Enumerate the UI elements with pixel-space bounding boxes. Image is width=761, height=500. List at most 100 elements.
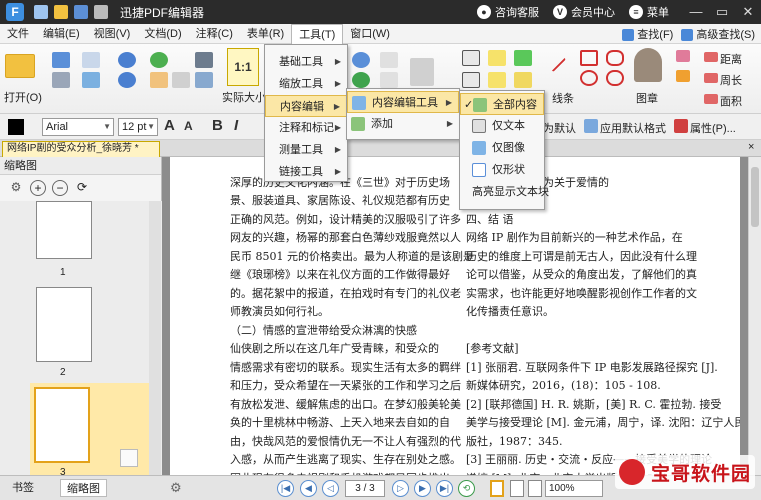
next-page-button[interactable]: ▶ — [414, 480, 431, 497]
text-box-icon[interactable] — [462, 50, 480, 66]
apply-default-icon[interactable] — [584, 119, 598, 133]
font-size-select[interactable]: 12 pt ▼ — [118, 118, 158, 136]
save-icon[interactable] — [52, 52, 70, 68]
open-file-icon[interactable] — [54, 5, 68, 19]
apply-default-label[interactable]: 应用默认格式 — [600, 120, 666, 136]
zoom-out-thumbnail-icon[interactable]: − — [52, 180, 68, 196]
highlight-text-icon[interactable] — [488, 72, 506, 88]
text-select-icon[interactable] — [172, 72, 190, 88]
email-icon[interactable] — [82, 52, 100, 68]
minimize-button[interactable]: — — [683, 0, 709, 24]
menu-comment[interactable]: 注释(C) — [189, 24, 240, 44]
page-add-icon[interactable] — [380, 52, 398, 68]
thumbnail-page-1[interactable] — [36, 201, 92, 259]
menu-item-content-edit-tool[interactable]: 内容编辑工具 ▶ — [347, 91, 459, 113]
bookmarks-tab[interactable]: 书签 — [6, 479, 40, 497]
go-back-button[interactable]: ⟲ — [458, 480, 475, 497]
last-page-button[interactable]: ▶| — [436, 480, 453, 497]
open-button[interactable] — [4, 50, 36, 78]
menu-item-measure-tools[interactable]: 测量工具 ▶ — [265, 139, 347, 161]
menu-item-image-only[interactable]: 仅图像 — [460, 137, 544, 159]
thumbnail-scrollbar[interactable] — [149, 201, 161, 483]
area-icon[interactable] — [704, 94, 718, 104]
menu-item-link-tools[interactable]: 链接工具 ▶ — [265, 161, 347, 183]
new-file-icon[interactable] — [34, 5, 48, 19]
save-icon[interactable] — [74, 5, 88, 19]
italic-icon[interactable]: I — [234, 117, 238, 134]
zoom-level-select[interactable]: 100% — [545, 480, 603, 497]
ellipse-tool-icon[interactable] — [580, 70, 598, 86]
distance-icon[interactable] — [704, 52, 718, 62]
rectangle-tool-icon[interactable] — [580, 50, 598, 66]
settings-gear-icon[interactable]: ⚙ — [170, 480, 182, 496]
next-view-button[interactable]: ▷ — [392, 480, 409, 497]
note-icon[interactable] — [514, 50, 532, 66]
continuous-view-icon[interactable] — [510, 480, 524, 497]
vertical-scrollbar[interactable] — [748, 157, 761, 475]
menu-item-content-edit[interactable]: 内容编辑 ▶ — [265, 95, 347, 117]
polygon-tool-icon[interactable] — [606, 50, 624, 66]
pencil-icon[interactable] — [676, 70, 690, 82]
grow-font-icon[interactable]: A — [164, 117, 175, 134]
rotate-icon[interactable] — [352, 72, 370, 88]
close-tab-icon[interactable]: × — [748, 141, 754, 153]
print-icon[interactable] — [52, 72, 70, 88]
thumbnail-page-2[interactable] — [36, 287, 92, 362]
menu-item-annotation-markup[interactable]: 注释和标记 ▶ — [265, 117, 347, 139]
text-field-icon[interactable] — [462, 72, 480, 88]
zoom-in-thumbnail-icon[interactable]: + — [30, 180, 46, 196]
back-icon[interactable] — [150, 52, 168, 68]
zoom-in-icon[interactable] — [352, 52, 370, 68]
single-page-view-icon[interactable] — [490, 480, 504, 497]
pdf-page[interactable]: 深厚的历史文化内涵。在《三世》对于历史场 景、服装道具、家居陈设、礼仪规范都有历史… — [170, 157, 740, 475]
previous-view-button[interactable]: ◁ — [322, 480, 339, 497]
menu-button[interactable]: ≡ 菜单 — [629, 4, 669, 20]
sticky-note-icon[interactable] — [514, 72, 532, 88]
cloud-tool-icon[interactable] — [606, 70, 624, 86]
properties-icon[interactable] — [674, 119, 688, 133]
menu-document[interactable]: 文档(D) — [137, 24, 188, 44]
actual-size-button[interactable]: 1:1 — [227, 48, 259, 86]
settings-gear-icon[interactable]: ⚙ — [8, 180, 24, 196]
member-center-button[interactable]: V 会员中心 — [553, 4, 615, 20]
bold-icon[interactable]: B — [212, 117, 223, 134]
camera-icon[interactable] — [195, 52, 213, 68]
menu-item-text-only[interactable]: 仅文本 — [460, 115, 544, 137]
menu-tools[interactable]: 工具(T) — [291, 23, 344, 44]
menu-item-shape-only[interactable]: 仅形状 — [460, 159, 544, 181]
eraser-icon[interactable] — [676, 50, 690, 62]
thumbnails-tab[interactable]: 缩略图 — [60, 479, 107, 497]
advanced-find-button[interactable]: 高级查找(S) — [681, 26, 755, 42]
text-color-swatch[interactable] — [8, 119, 24, 135]
menu-window[interactable]: 窗口(W) — [343, 24, 397, 44]
menu-edit[interactable]: 编辑(E) — [36, 24, 87, 44]
line-tool-icon[interactable] — [541, 47, 567, 73]
snapshot-icon[interactable] — [195, 72, 213, 88]
hand-icon[interactable] — [150, 72, 168, 88]
undo-icon[interactable] — [118, 52, 136, 68]
perimeter-icon[interactable] — [704, 73, 718, 83]
document-tab[interactable]: 网络IP剧的受众分析_徐晓芳 * — [2, 141, 160, 157]
image-icon[interactable] — [82, 72, 100, 88]
close-button[interactable]: ✕ — [735, 0, 761, 24]
menu-form[interactable]: 表单(R) — [240, 24, 291, 44]
first-page-button[interactable]: |◀ — [277, 480, 294, 497]
thumbnail-page-3[interactable] — [34, 387, 90, 463]
shrink-font-icon[interactable]: A — [184, 119, 193, 133]
edit-pencil-icon[interactable] — [410, 58, 434, 86]
stamp-icon[interactable] — [634, 48, 662, 82]
menu-item-basic-tools[interactable]: 基础工具 ▶ — [265, 51, 347, 73]
menu-item-zoom-tools[interactable]: 缩放工具 ▶ — [265, 73, 347, 95]
find-button[interactable]: 查找(F) — [622, 26, 673, 42]
font-family-select[interactable]: Arial ▼ — [42, 118, 114, 136]
menu-view[interactable]: 视图(V) — [87, 24, 138, 44]
menu-file[interactable]: 文件 — [0, 24, 36, 44]
scrollbar-thumb[interactable] — [751, 167, 759, 227]
facing-view-icon[interactable] — [528, 480, 542, 497]
callout-icon[interactable] — [488, 50, 506, 66]
support-button[interactable]: ● 咨询客服 — [477, 4, 539, 20]
page-number-input[interactable]: 3 / 3 — [345, 480, 385, 497]
menu-item-all-content[interactable]: ✓ 全部内容 — [460, 93, 544, 115]
rotate-thumbnail-icon[interactable]: ⟳ — [74, 180, 90, 196]
properties-label[interactable]: 属性(P)... — [690, 120, 736, 136]
